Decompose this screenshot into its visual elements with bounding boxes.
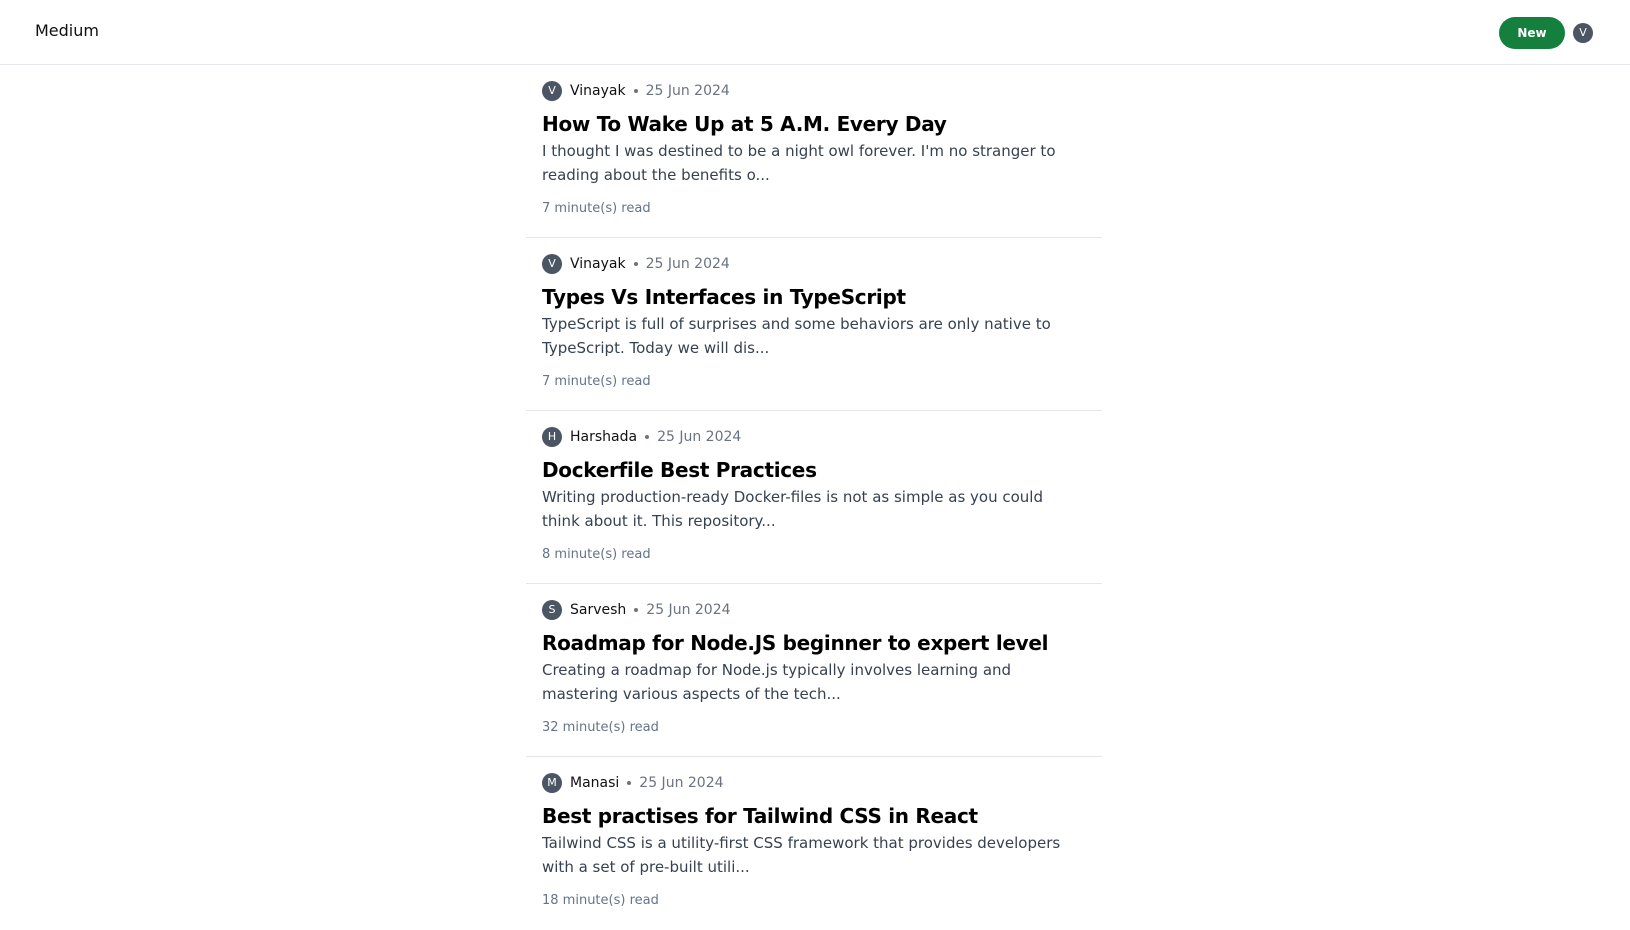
post-title[interactable]: Dockerfile Best Practices (542, 457, 1086, 483)
user-avatar[interactable]: V (1573, 23, 1593, 43)
post-date: 25 Jun 2024 (657, 429, 742, 445)
post-date: 25 Jun 2024 (646, 602, 731, 618)
author-name: Vinayak (570, 256, 626, 272)
read-time: 8 minute(s) read (542, 547, 651, 562)
post-excerpt: Writing production-ready Docker-files is… (542, 488, 1043, 530)
post-date: 25 Jun 2024 (639, 775, 724, 791)
author-name: Manasi (570, 775, 620, 791)
separator-dot-icon (633, 262, 638, 266)
post-excerpt: Tailwind CSS is a utility-first CSS fram… (542, 834, 1061, 876)
separator-dot-icon (634, 608, 639, 612)
new-post-button[interactable]: New (1499, 17, 1565, 49)
post-title[interactable]: How To Wake Up at 5 A.M. Every Day (542, 111, 1086, 137)
author-name: Harshada (570, 429, 638, 445)
post-excerpt: TypeScript is full of surprises and some… (542, 315, 1051, 357)
read-time: 7 minute(s) read (542, 374, 651, 389)
separator-dot-icon (627, 781, 632, 785)
post-card[interactable]: S Sarvesh 25 Jun 2024 Roadmap for Node.J… (526, 584, 1102, 757)
post-title[interactable]: Roadmap for Node.JS beginner to expert l… (542, 630, 1086, 656)
post-meta: S Sarvesh 25 Jun 2024 (542, 600, 1086, 620)
read-time: 18 minute(s) read (542, 893, 659, 908)
brand-logo[interactable]: Medium (35, 21, 99, 41)
separator-dot-icon (645, 435, 650, 439)
author-name: Vinayak (570, 83, 626, 99)
app-bar: Medium New V (0, 0, 1630, 65)
separator-dot-icon (633, 89, 638, 93)
post-meta: H Harshada 25 Jun 2024 (542, 427, 1086, 447)
read-time: 7 minute(s) read (542, 201, 651, 216)
author-avatar: S (542, 600, 562, 620)
read-time: 32 minute(s) read (542, 720, 659, 735)
author-avatar: V (542, 254, 562, 274)
post-date: 25 Jun 2024 (645, 83, 730, 99)
post-meta: V Vinayak 25 Jun 2024 (542, 81, 1086, 101)
author-avatar: H (542, 427, 562, 447)
post-meta: M Manasi 25 Jun 2024 (542, 773, 1086, 793)
post-title[interactable]: Best practises for Tailwind CSS in React (542, 803, 1086, 829)
post-card[interactable]: H Harshada 25 Jun 2024 Dockerfile Best P… (526, 411, 1102, 584)
author-avatar: M (542, 773, 562, 793)
post-excerpt: I thought I was destined to be a night o… (542, 142, 1056, 184)
post-card[interactable]: M Manasi 25 Jun 2024 Best practises for … (526, 757, 1102, 930)
post-card[interactable]: V Vinayak 25 Jun 2024 Types Vs Interface… (526, 238, 1102, 411)
post-excerpt: Creating a roadmap for Node.js typically… (542, 661, 1012, 703)
post-meta: V Vinayak 25 Jun 2024 (542, 254, 1086, 274)
author-name: Sarvesh (570, 602, 627, 618)
author-avatar: V (542, 81, 562, 101)
post-card[interactable]: V Vinayak 25 Jun 2024 How To Wake Up at … (526, 65, 1102, 238)
post-date: 25 Jun 2024 (645, 256, 730, 272)
post-title[interactable]: Types Vs Interfaces in TypeScript (542, 284, 1086, 310)
post-feed: V Vinayak 25 Jun 2024 How To Wake Up at … (526, 65, 1102, 930)
